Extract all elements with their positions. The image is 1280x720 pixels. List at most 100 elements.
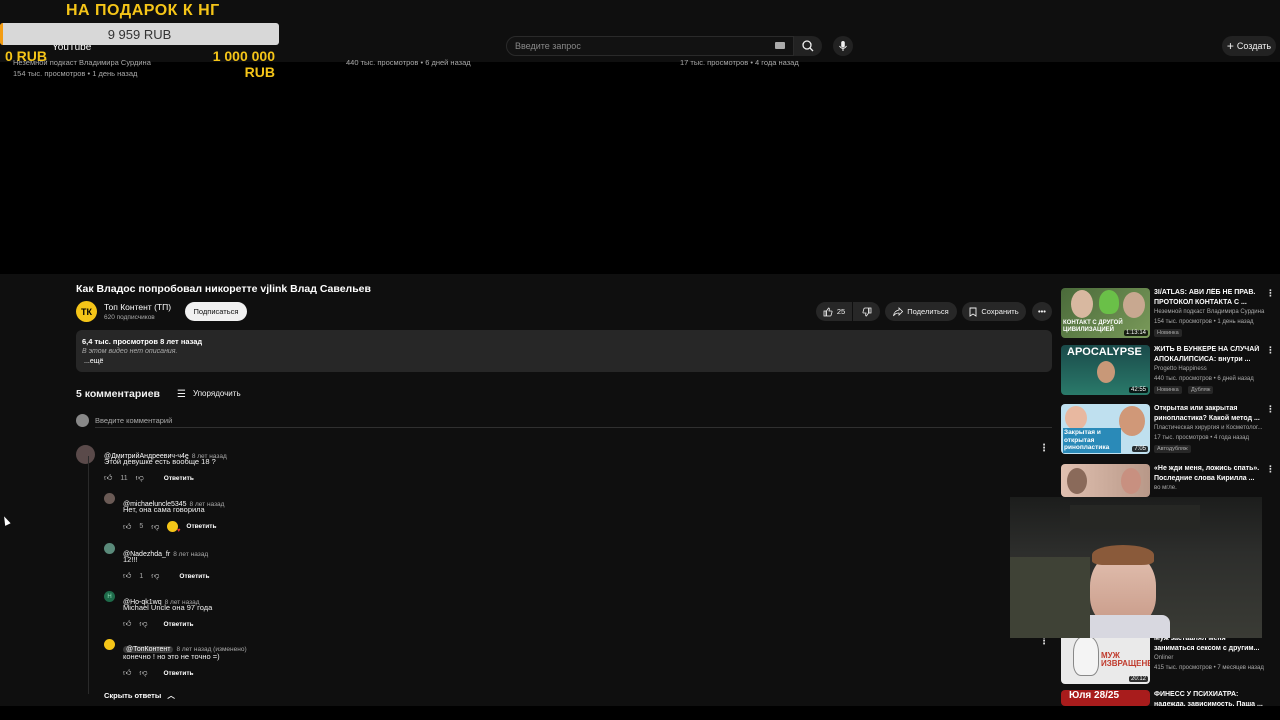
reply-button[interactable]: Ответить [186, 523, 216, 530]
dislike-button[interactable] [853, 302, 880, 321]
video-menu-icon[interactable]: ⋮ [1266, 464, 1275, 475]
thumbs-up-icon[interactable]: 👍︎ [123, 522, 131, 532]
video-thumbnail[interactable]: КОНТАКТ С ДРУГОЙ ЦИВИЛИЗАЦИЕЙ 1:13:14 [1061, 288, 1150, 338]
reply-button[interactable]: Ответить [164, 670, 194, 677]
comment-avatar[interactable] [104, 543, 115, 554]
video-thumbnail[interactable]: APOCALYPSE 42:55 [1061, 345, 1150, 395]
thumbnail-text: Закрытая и открытая ринопластика [1063, 428, 1121, 453]
thumbs-up-icon [823, 307, 833, 316]
create-button[interactable]: + Создать [1222, 36, 1276, 56]
channel-name[interactable]: Progetto Happiness [1154, 366, 1207, 372]
comment-avatar[interactable] [104, 639, 115, 650]
video-menu-icon[interactable]: ⋮ [1266, 288, 1275, 299]
video-menu-icon[interactable]: ⋮ [1266, 345, 1275, 356]
thumbs-down-icon[interactable]: 👎︎ [151, 571, 159, 581]
channel-name[interactable]: Неземной подкаст Владимира Сурдина [1154, 309, 1264, 315]
hide-replies-button[interactable]: Скрыть ответы ︿ [104, 690, 175, 701]
sort-button[interactable]: Упорядочить [193, 389, 241, 398]
thumbs-down-icon[interactable]: 👎︎ [139, 668, 147, 678]
recommended-video[interactable]: Юля 28/25 ФИНЕСС У ПСИХИАТРА: надежда, з… [1061, 690, 1274, 706]
comment-text: Нет, она сама говорила [123, 505, 205, 514]
channel-avatar[interactable]: ТК [76, 301, 97, 322]
more-actions-button[interactable]: ••• [1032, 302, 1052, 321]
recommended-video[interactable]: Закрытая и открытая ринопластика 7:05 От… [1061, 404, 1275, 455]
channel-name[interactable]: Топ Контент (ТП) [104, 302, 171, 312]
streamer-shirt [1080, 615, 1170, 638]
channel-name[interactable]: во мгле. [1154, 485, 1177, 491]
thumbs-down-icon[interactable]: 👎︎ [139, 619, 147, 629]
comment-text: Michael Uncle она 97 года [123, 603, 213, 612]
creator-heart-icon: ♥ [167, 521, 180, 534]
video-thumbnail[interactable]: Юля 28/25 [1061, 690, 1150, 706]
mask-icon [1073, 636, 1099, 676]
reply-button[interactable]: Ответить [164, 475, 194, 482]
video-title[interactable]: «Не жди меня, ложись спать». Последние с… [1154, 464, 1266, 483]
save-label: Сохранить [981, 307, 1019, 316]
recommended-video[interactable]: МУЖ ИЗВРАЩЕНЕЦ 20:12 Муж заставлял меня … [1061, 634, 1274, 685]
video-duration: 1:13:14 [1123, 330, 1148, 336]
comment-menu-icon[interactable]: ⋮ [1039, 443, 1049, 454]
search-placeholder: Введите запрос [515, 41, 581, 51]
video-title[interactable]: ФИНЕСС У ПСИХИАТРА: надежда, зависимость… [1154, 690, 1266, 706]
thumbnail-face [1097, 361, 1115, 383]
thumbs-down-icon [862, 307, 871, 316]
save-button[interactable]: Сохранить [962, 302, 1026, 321]
thumbs-down-icon[interactable]: 👎︎ [151, 522, 159, 532]
share-icon [893, 306, 904, 316]
comment-avatar[interactable] [104, 493, 115, 504]
thumbs-up-icon[interactable]: 👍︎ [123, 619, 131, 629]
thumbs-up-icon[interactable]: 👍︎ [123, 668, 131, 678]
sort-icon[interactable]: ☰ [177, 389, 186, 400]
comment-avatar[interactable]: H [104, 591, 115, 602]
comment-actions: 👍︎ 👎︎ Ответить [123, 619, 194, 629]
comment-avatar[interactable] [76, 445, 95, 464]
video-thumbnail[interactable]: Закрытая и открытая ринопластика 7:05 [1061, 404, 1150, 454]
voice-search-button[interactable] [833, 36, 853, 56]
thumbs-up-icon[interactable]: 👍︎ [123, 571, 131, 581]
reply-button[interactable]: Ответить [164, 621, 194, 628]
comment-actions: 👍︎ 👎︎ Ответить [123, 668, 194, 678]
comment-actions: 👍︎ 1 👎︎ Ответить [123, 571, 209, 581]
share-button[interactable]: Поделиться [885, 302, 957, 321]
comment-text: 12!!! [123, 555, 138, 564]
like-button[interactable]: 25 [816, 302, 852, 321]
subscribe-button[interactable]: Подписаться [185, 302, 247, 321]
search-button[interactable] [794, 36, 822, 56]
streamer-hair [1092, 545, 1154, 565]
comment-like-count: 11 [120, 474, 128, 482]
thumbnail-face [1071, 290, 1093, 318]
reply-button[interactable]: Ответить [179, 573, 209, 580]
video-thumbnail[interactable] [1061, 464, 1150, 497]
channel-name[interactable]: Пластическая хирургия и Косметолог... [1154, 425, 1262, 431]
comment-like-count: 5 [139, 523, 144, 530]
webcam-bed [1010, 557, 1090, 638]
recommended-video[interactable]: APOCALYPSE 42:55 ЖИТЬ В БУНКЕРЕ НА СЛУЧА… [1061, 345, 1275, 396]
description-box[interactable] [76, 330, 1052, 372]
ghost-rec-meta: 154 тыс. просмотров • 1 день назад [13, 69, 138, 78]
more-icon: ••• [1038, 307, 1046, 316]
thumbs-down-icon[interactable]: 👎︎ [136, 473, 144, 483]
video-title[interactable]: ЖИТЬ В БУНКЕРЕ НА СЛУЧАЙ АПОКАЛИПСИСА: в… [1154, 345, 1266, 364]
search-icon [802, 40, 814, 52]
recommended-video[interactable]: «Не жди меня, ложись спать». Последние с… [1061, 464, 1275, 497]
channel-name[interactable]: Onliner [1154, 655, 1173, 661]
description-text: В этом видео нет описания. [82, 348, 178, 355]
alien-icon [1099, 290, 1119, 314]
thumbnail-text: Юля 28/25 [1069, 690, 1120, 701]
video-title[interactable]: 3I/ATLAS: АВИ ЛЁБ НЕ ПРАВ. ПРОТОКОЛ КОНТ… [1154, 288, 1266, 307]
donation-goal-title: НА ПОДАРОК К НГ [66, 2, 220, 19]
video-title[interactable]: Открытая или закрытая ринопластика? Како… [1154, 404, 1266, 423]
video-meta: 415 тыс. просмотров • 7 месяцев назад [1154, 665, 1264, 671]
ghost-rec-meta: 440 тыс. просмотров • 6 дней назад [346, 58, 471, 67]
comment-actions: 👍︎ 5 👎︎ ♥ Ответить [123, 521, 216, 534]
thumbnail-face [1067, 468, 1087, 494]
video-menu-icon[interactable]: ⋮ [1266, 404, 1275, 415]
bottom-strip [0, 706, 1280, 720]
show-more-link[interactable]: ...ещё [84, 358, 103, 365]
comment-input[interactable]: Введите комментарий [95, 416, 172, 425]
keyboard-icon[interactable] [775, 42, 785, 49]
recommended-video[interactable]: КОНТАКТ С ДРУГОЙ ЦИВИЛИЗАЦИЕЙ 1:13:14 3I… [1061, 288, 1275, 339]
thumbs-up-icon[interactable]: 👍︎ [104, 473, 112, 483]
video-thumbnail[interactable]: МУЖ ИЗВРАЩЕНЕЦ 20:12 [1061, 634, 1150, 684]
donation-amount: 9 959 RUB [107, 27, 172, 42]
